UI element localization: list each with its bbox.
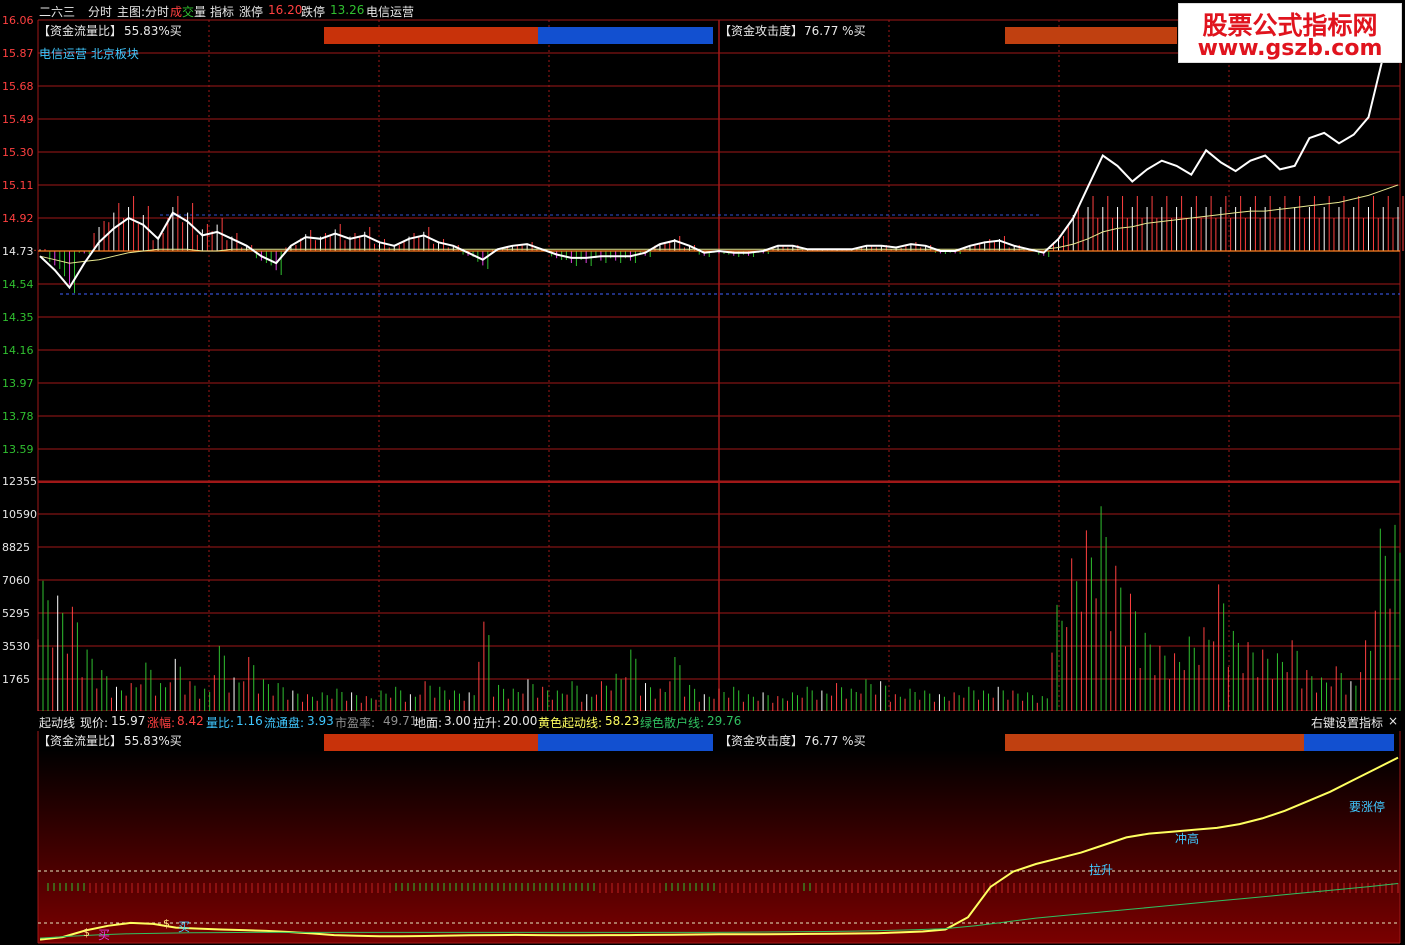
right-click-settings[interactable]: 右键设置指标: [1311, 714, 1383, 731]
pull-label: 拉升:: [473, 716, 502, 730]
ind-attack-bar: [1005, 734, 1394, 751]
pull-value: 20.00: [503, 714, 538, 728]
fund-ratio-sell-fill: [538, 27, 713, 44]
close-icon[interactable]: ×: [1388, 714, 1398, 728]
price-tick-label: 14.35: [2, 311, 34, 324]
ground-label: 地面:: [414, 716, 443, 730]
attack-label: 【资金攻击度】: [719, 24, 804, 38]
volume-tick-label: 8825: [2, 541, 30, 554]
indicator-name[interactable]: 起动线: [39, 714, 75, 731]
watermark-url: www.gszb.com: [1197, 36, 1383, 61]
float-value: 3.93: [307, 714, 334, 728]
price-label: 现价:: [80, 716, 109, 730]
buy-signal-icon-2: $: [163, 917, 170, 930]
price-tick-label: 14.54: [2, 278, 34, 291]
ind-fund-ratio-bar: [324, 734, 713, 751]
price-tick-label: 15.49: [2, 113, 34, 126]
fund-ratio-buy-fill: [324, 27, 538, 44]
change-label: 涨幅:: [147, 716, 176, 730]
change-value: 8.42: [177, 714, 204, 728]
sector-text[interactable]: 电信运营 北京板块: [39, 45, 139, 62]
attack-bar: [1005, 27, 1177, 44]
yellow-line-label: 黄色起动线:: [538, 716, 603, 730]
attack-buy-fill: [1005, 27, 1177, 44]
price-value: 15.97: [111, 714, 146, 728]
price-tick-label: 15.87: [2, 47, 34, 60]
price-tick-label: 16.06: [2, 14, 34, 27]
buy-signal-2: 买: [178, 920, 191, 934]
ind-fund-ratio-label: 【资金流量比】: [38, 734, 123, 748]
ind-fund-ratio-buy-fill: [324, 734, 538, 751]
buy-signal-1: 买: [98, 928, 111, 942]
ind-attack-label: 【资金攻击度】: [719, 734, 804, 748]
price-tick-label: 13.78: [2, 410, 34, 423]
price-tick-label: 15.68: [2, 80, 34, 93]
ind-attack-value: 76.77 %买: [804, 734, 866, 748]
pe-value: 49.71: [383, 714, 418, 728]
fund-ratio-bar: [324, 27, 713, 44]
ind-attack-sell-fill: [1304, 734, 1394, 751]
fund-ratio-label: 【资金流量比】: [38, 24, 123, 38]
ground-value: 3.00: [444, 714, 471, 728]
fund-ratio-value: 55.83%买: [124, 24, 182, 38]
volume-tick-label: 7060: [2, 574, 30, 587]
pull-up-label: 拉升: [1089, 863, 1114, 877]
watermark-logo: 股票公式指标网 www.gszb.com: [1178, 3, 1402, 63]
price-tick-label: 14.73: [2, 245, 34, 258]
chart-canvas[interactable]: [0, 0, 1405, 945]
pe-label: 市盈率:: [335, 716, 376, 730]
volume-tick-label: 12355: [2, 475, 37, 488]
green-line-label: 绿色散户线:: [640, 716, 705, 730]
price-tick-label: 14.92: [2, 212, 34, 225]
green-line-value: 29.76: [707, 714, 742, 728]
price-tick-label: 13.59: [2, 443, 34, 456]
volume-tick-label: 3530: [2, 640, 30, 653]
limit-up-signal: 要涨停: [1349, 800, 1386, 814]
yellow-line-value: 58.23: [605, 714, 640, 728]
price-tick-label: 13.97: [2, 377, 34, 390]
buy-signal-icon: $: [83, 926, 90, 939]
vol-ratio-value: 1.16: [236, 714, 263, 728]
volume-tick-label: 5295: [2, 607, 30, 620]
ind-fund-ratio-value: 55.83%买: [124, 734, 182, 748]
float-label: 流通盘:: [264, 716, 305, 730]
ind-fund-ratio-sell-fill: [538, 734, 713, 751]
attack-value: 76.77 %买: [804, 24, 866, 38]
price-tick-label: 15.30: [2, 146, 34, 159]
ind-attack-buy-fill: [1005, 734, 1304, 751]
price-tick-label: 14.16: [2, 344, 34, 357]
price-tick-label: 15.11: [2, 179, 34, 192]
indicator-status-bar: 起动线 现价: 15.97 涨幅: 8.42 量比: 1.16 流通盘: 3.9…: [0, 711, 1405, 731]
surge-label: 冲高: [1175, 832, 1200, 846]
volume-tick-label: 1765: [2, 673, 30, 686]
volume-tick-label: 10590: [2, 508, 37, 521]
vol-ratio-label: 量比:: [206, 716, 235, 730]
